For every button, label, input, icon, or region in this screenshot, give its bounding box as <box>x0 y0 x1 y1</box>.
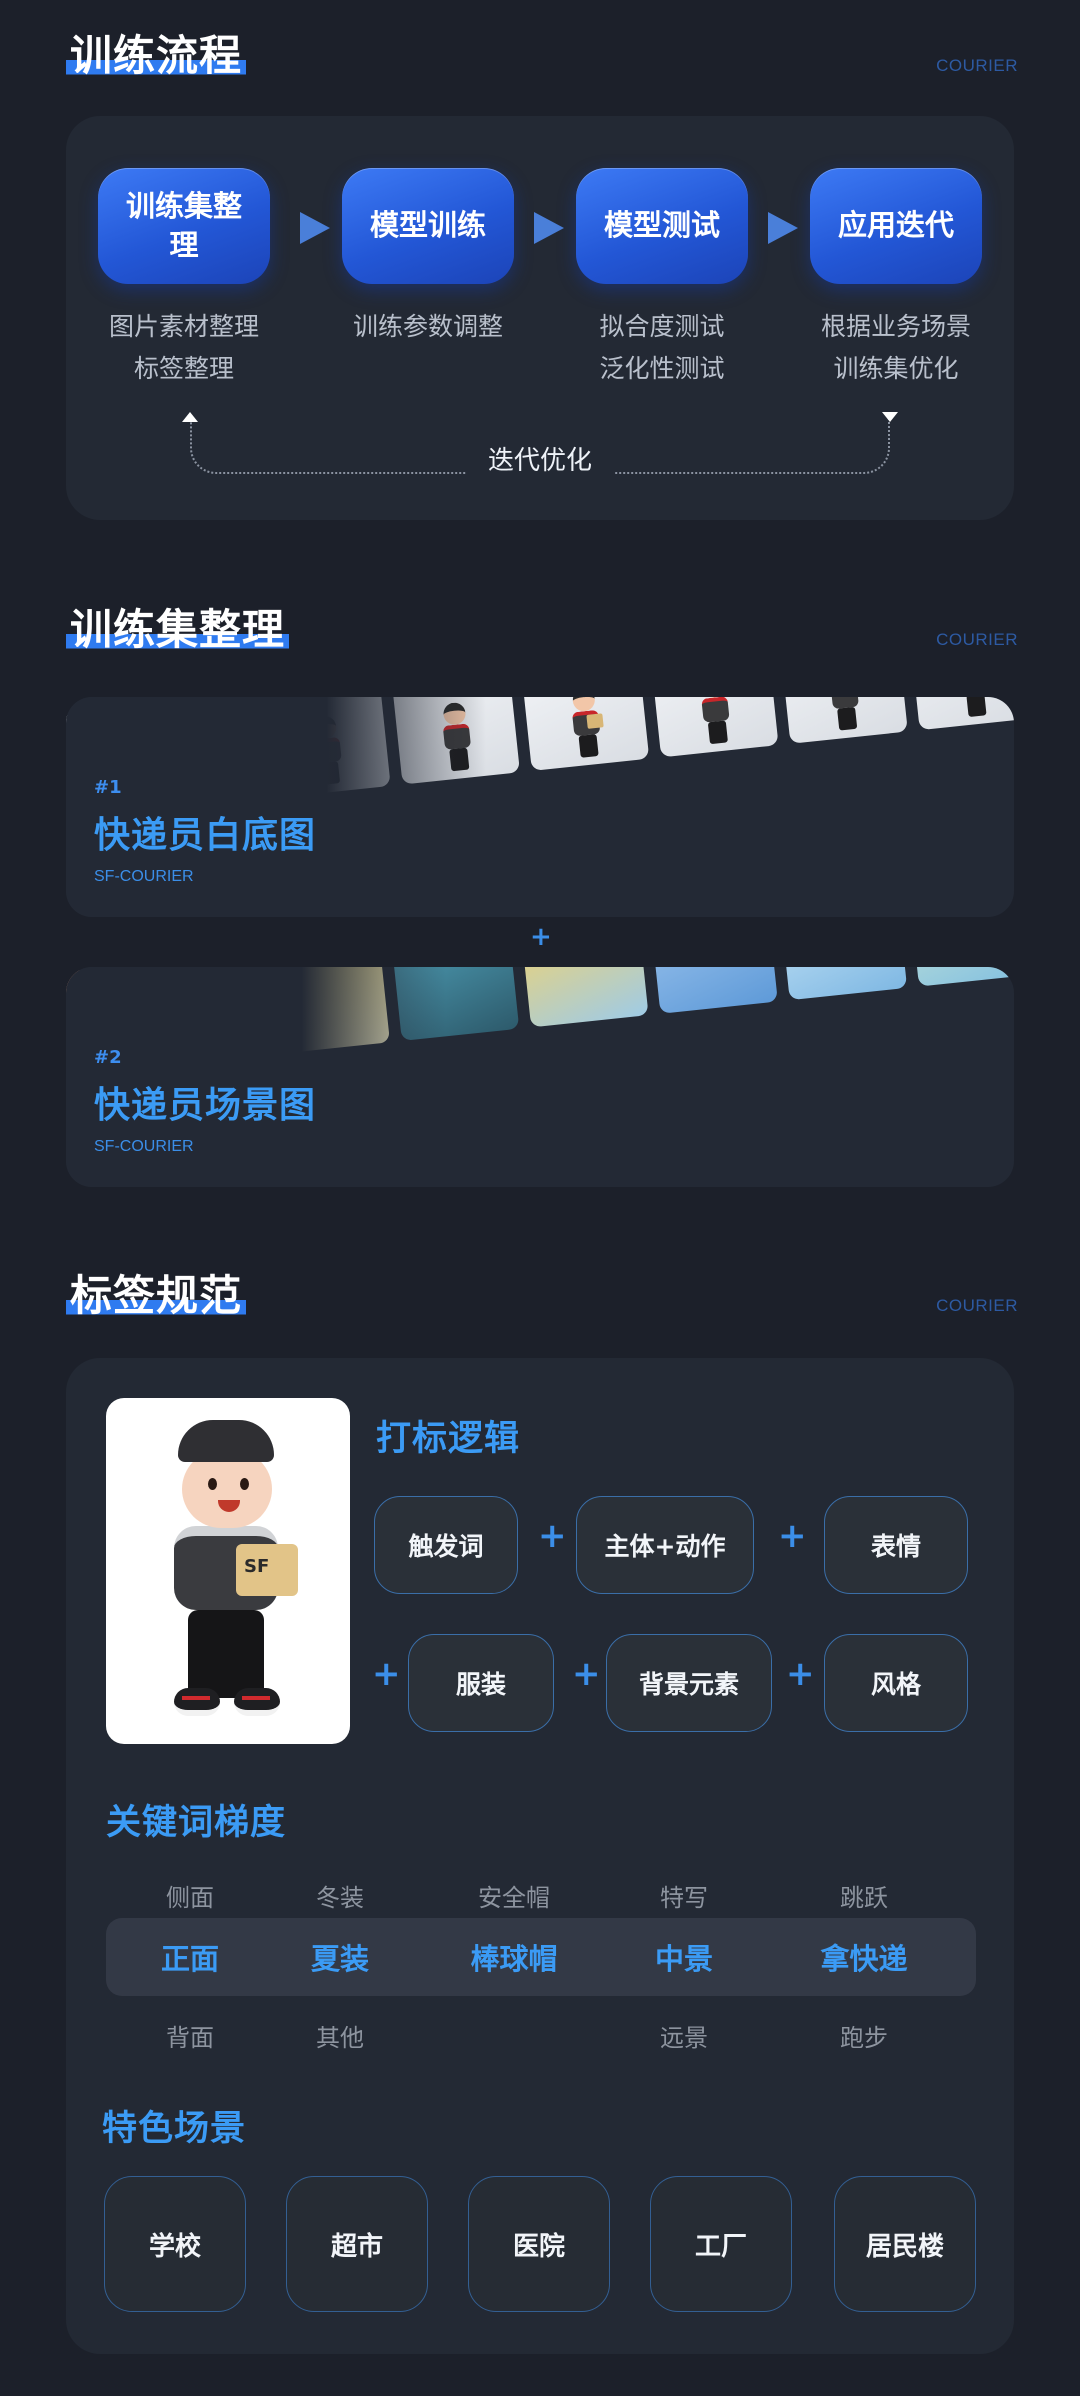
flow-step-dataset[interactable]: 训练集整理 <box>98 168 270 284</box>
flow-desc-training: 训练参数调整 <box>352 312 503 341</box>
flow-arrow-icon <box>534 212 564 244</box>
section-title-labels: 标签规范 <box>66 1262 247 1323</box>
dataset-card-scene[interactable]: #2 快递员场景图 SF-COURIER <box>66 967 1014 1187</box>
dataset-subtitle: SF-COURIER <box>94 868 194 885</box>
dataset-subtitle: SF-COURIER <box>94 1138 194 1155</box>
featured-scenes-title: 特色场景 <box>102 2109 247 2149</box>
section-title-dataset: 训练集整理 <box>66 596 290 657</box>
process-panel: 训练集整理 模型训练 模型测试 应用迭代 图片素材整理 标签整理 训练参数调整 拟… <box>66 116 1014 520</box>
scene-supermarket[interactable]: 超市 <box>286 2176 428 2312</box>
loop-arrow-up-icon <box>182 412 198 422</box>
tag-pill-expression[interactable]: 表情 <box>824 1496 968 1594</box>
dataset-info-1: #1 快递员白底图 SF-COURIER <box>94 777 316 886</box>
dataset-title: 快递员白底图 <box>94 815 317 856</box>
keyword-selected[interactable]: 拿快递 <box>784 1936 944 1978</box>
dataset-card-white-bg[interactable]: #1 快递员白底图 SF-COURIER <box>66 697 1014 917</box>
dataset-number: #1 <box>94 777 122 798</box>
flow-desc-dataset: 图片素材整理 标签整理 <box>108 312 259 383</box>
scene-hospital[interactable]: 医院 <box>468 2176 610 2312</box>
tag-pill-style[interactable]: 风格 <box>824 1634 968 1732</box>
section-tag-labels: COURIER <box>936 1296 1018 1315</box>
loop-arrow-down-icon <box>882 412 898 422</box>
dataset-info-2: #2 快递员场景图 SF-COURIER <box>94 1047 316 1156</box>
section-tag-process: COURIER <box>936 56 1018 75</box>
flow-step-training[interactable]: 模型训练 <box>342 168 514 284</box>
flow-desc-testing: 拟合度测试 泛化性测试 <box>599 312 725 383</box>
keyword-selected[interactable]: 夏装 <box>260 1936 420 1978</box>
loop-label: 迭代优化 <box>466 440 614 477</box>
plus-icon: + <box>786 1654 815 1694</box>
keyword-option[interactable]: 其他 <box>260 2018 420 2053</box>
keyword-selected[interactable]: 棒球帽 <box>434 1936 594 1978</box>
tag-pill-background[interactable]: 背景元素 <box>606 1634 772 1732</box>
tag-pill-clothing[interactable]: 服装 <box>408 1634 554 1732</box>
keyword-selected[interactable]: 正面 <box>110 1936 270 1978</box>
section-tag-dataset: COURIER <box>936 630 1018 649</box>
box-logo-text: SF <box>244 1556 270 1577</box>
tag-pill-trigger[interactable]: 触发词 <box>374 1496 518 1594</box>
dataset-plus-separator: + <box>530 922 552 952</box>
courier-mascot-image: SF <box>106 1398 350 1744</box>
keyword-gradient-title: 关键词梯度 <box>106 1803 287 1843</box>
keyword-option[interactable]: 跑步 <box>784 2018 944 2053</box>
plus-icon: + <box>538 1516 567 1556</box>
plus-icon: + <box>572 1654 601 1694</box>
plus-icon: + <box>372 1654 401 1694</box>
keyword-option[interactable]: 安全帽 <box>434 1878 594 1913</box>
page: 训练流程 COURIER 训练集整理 模型训练 模型测试 应用迭代 图片素材整理… <box>0 0 1080 2396</box>
section-title-process: 训练流程 <box>66 22 247 83</box>
keyword-option[interactable]: 跳跃 <box>784 1878 944 1913</box>
flow-desc-iteration: 根据业务场景 训练集优化 <box>820 312 971 383</box>
flow-step-testing[interactable]: 模型测试 <box>576 168 748 284</box>
keyword-option[interactable]: 侧面 <box>110 1878 270 1913</box>
plus-icon: + <box>778 1516 807 1556</box>
keyword-option[interactable]: 背面 <box>110 2018 270 2053</box>
scene-residential[interactable]: 居民楼 <box>834 2176 976 2312</box>
flow-step-iteration[interactable]: 应用迭代 <box>810 168 982 284</box>
scene-factory[interactable]: 工厂 <box>650 2176 792 2312</box>
dataset-number: #2 <box>94 1047 122 1068</box>
tag-pill-subject-action[interactable]: 主体+动作 <box>576 1496 754 1594</box>
keyword-option[interactable]: 冬装 <box>260 1878 420 1913</box>
keyword-option[interactable]: 远景 <box>604 2018 764 2053</box>
dataset-title: 快递员场景图 <box>94 1085 317 1126</box>
tagging-logic-title: 打标逻辑 <box>376 1419 521 1459</box>
flow-arrow-icon <box>300 212 330 244</box>
courier-mascot-icon: SF <box>168 1420 298 1730</box>
keyword-selected[interactable]: 中景 <box>604 1936 764 1978</box>
flow-arrow-icon <box>768 212 798 244</box>
scene-school[interactable]: 学校 <box>104 2176 246 2312</box>
keyword-option[interactable]: 特写 <box>604 1878 764 1913</box>
labels-panel: SF 打标逻辑 触发词 + 主体+动作 + 表情 + 服装 + 背景元素 + 风… <box>66 1358 1014 2354</box>
